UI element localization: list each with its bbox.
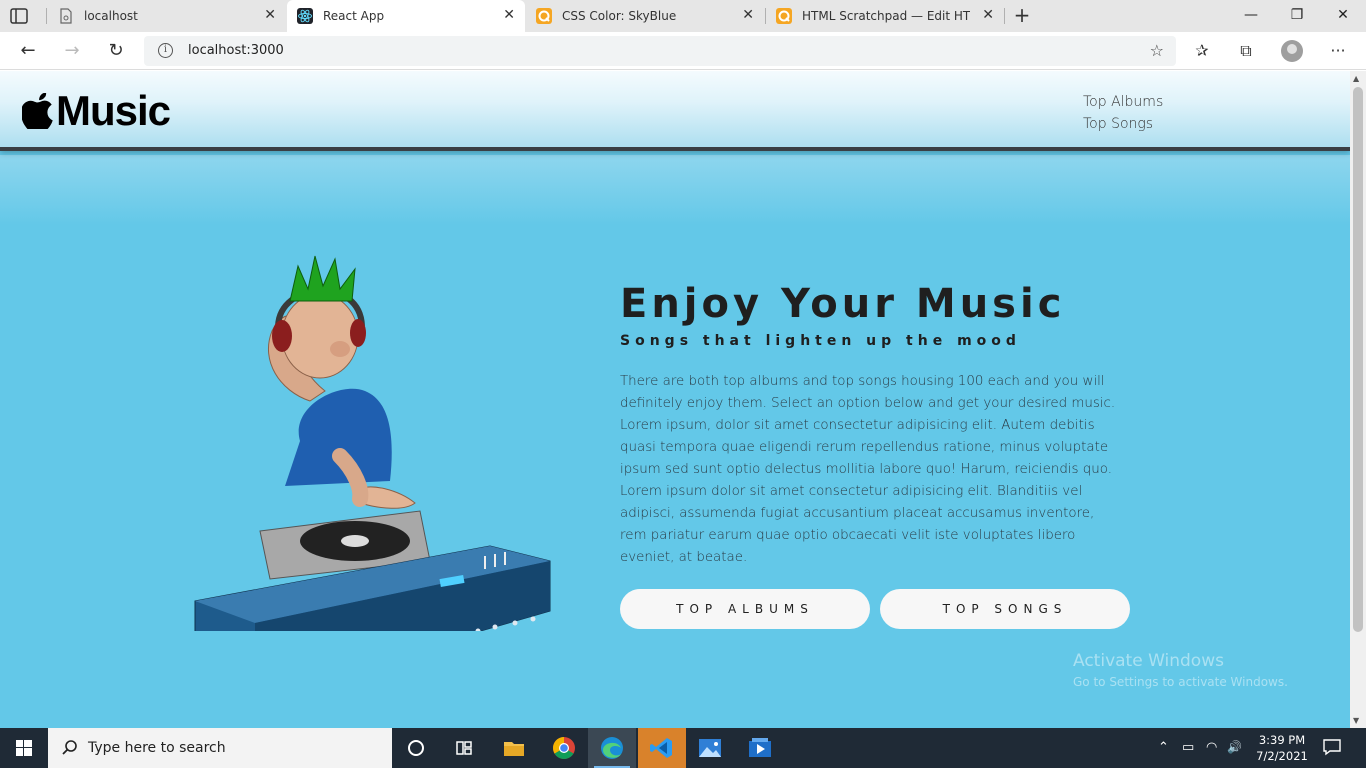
hero-title: Enjoy Your Music — [620, 281, 1066, 327]
tab-separator — [46, 8, 47, 24]
windows-logo-icon — [16, 740, 32, 756]
tab-localhost[interactable]: localhost ✕ — [48, 0, 286, 32]
edge-icon[interactable] — [588, 728, 636, 768]
new-tab-button[interactable]: + — [1010, 4, 1034, 28]
page-scrollbar[interactable]: ▲ ▼ — [1350, 71, 1366, 728]
site-info-icon[interactable]: i — [158, 43, 173, 58]
chrome-icon[interactable] — [540, 728, 588, 768]
scrollbar-thumb[interactable] — [1353, 87, 1363, 632]
tab-html-scratchpad[interactable]: HTML Scratchpad — Edit HTML / ✕ — [766, 0, 1004, 32]
watermark-subtitle: Go to Settings to activate Windows. — [1073, 675, 1288, 689]
reload-button[interactable]: ↻ — [102, 37, 130, 65]
profile-avatar[interactable] — [1281, 40, 1303, 62]
tab-title: localhost — [84, 9, 138, 23]
watermark-title: Activate Windows — [1073, 651, 1224, 671]
close-icon[interactable]: ✕ — [503, 7, 515, 23]
header-shadow-band — [0, 155, 1350, 225]
top-songs-button[interactable]: TOP SONGS — [880, 589, 1130, 629]
minimize-button[interactable]: — — [1228, 0, 1274, 32]
file-explorer-icon[interactable] — [490, 728, 538, 768]
browser-toolbar: ← → ↻ i localhost:3000 ☆ ✰ ⧉ ··· — [0, 32, 1366, 70]
url-text[interactable]: localhost:3000 — [188, 43, 284, 58]
close-icon[interactable]: ✕ — [982, 7, 994, 23]
clock-date: 7/2/2021 — [1256, 749, 1308, 763]
site-icon — [536, 8, 552, 24]
task-view-icon[interactable] — [440, 728, 488, 768]
tab-strip: localhost ✕ React App ✕ CSS Color: SkyBl… — [0, 0, 1366, 32]
activate-windows-watermark: Activate Windows Go to Settings to activ… — [1073, 651, 1288, 689]
hero-buttons: TOP ALBUMS TOP SONGS — [620, 589, 1140, 629]
close-window-button[interactable]: ✕ — [1320, 0, 1366, 32]
tab-separator — [1004, 8, 1005, 24]
nav-link-top-songs[interactable]: Top Songs — [1083, 113, 1163, 135]
header-nav: Top Albums Top Songs — [1083, 91, 1163, 135]
react-icon — [297, 8, 313, 24]
tab-react-app[interactable]: React App ✕ — [287, 0, 525, 32]
cortana-icon[interactable] — [392, 728, 440, 768]
tab-title: CSS Color: SkyBlue — [562, 9, 677, 23]
apple-music-logo[interactable]: Music — [22, 87, 171, 134]
tab-actions-icon[interactable] — [8, 6, 30, 26]
hero-section: Enjoy Your Music Songs that lighten up t… — [620, 281, 1140, 629]
logo-text: Music — [56, 87, 171, 134]
nav-link-top-albums[interactable]: Top Albums — [1083, 91, 1163, 113]
forward-button[interactable]: → — [58, 37, 86, 65]
page-viewport: Music Top Albums Top Songs Enjoy Your Mu… — [0, 71, 1350, 728]
close-icon[interactable]: ✕ — [264, 7, 276, 23]
address-bar[interactable]: i localhost:3000 ☆ — [144, 36, 1176, 66]
volume-icon[interactable]: 🔊 — [1227, 740, 1242, 754]
more-menu-icon[interactable]: ··· — [1327, 41, 1349, 63]
notification-icon[interactable] — [1322, 738, 1342, 756]
search-icon — [62, 740, 77, 755]
tab-title: React App — [323, 9, 385, 23]
site-icon — [776, 8, 792, 24]
show-hidden-icons[interactable]: ⌃ — [1158, 740, 1169, 755]
search-placeholder: Type here to search — [88, 740, 226, 756]
clock-time: 3:39 PM — [1258, 733, 1306, 747]
top-albums-button[interactable]: TOP ALBUMS — [620, 589, 870, 629]
dj-illustration — [194, 255, 551, 631]
close-icon[interactable]: ✕ — [742, 7, 754, 23]
favorites-icon[interactable]: ✰ — [1191, 41, 1213, 63]
windows-taskbar: Type here to search ⌃ ▭ ◠ 🔊 3:39 PM 7/2/… — [0, 728, 1366, 768]
taskbar-search[interactable]: Type here to search — [48, 728, 392, 768]
windows-start-button[interactable] — [0, 728, 48, 768]
vscode-icon[interactable] — [638, 728, 686, 768]
scroll-down-icon[interactable]: ▼ — [1353, 716, 1359, 725]
tab-title: HTML Scratchpad — Edit HTML / — [802, 9, 970, 23]
apple-icon — [22, 93, 53, 129]
media-player-icon[interactable] — [736, 728, 784, 768]
hero-description: There are both top albums and top songs … — [620, 374, 1116, 565]
page-icon — [58, 8, 74, 24]
add-favorite-icon[interactable]: ☆ — [1150, 41, 1164, 60]
wifi-icon[interactable]: ◠ — [1206, 740, 1217, 755]
scroll-up-icon[interactable]: ▲ — [1353, 74, 1359, 83]
tab-css-color[interactable]: CSS Color: SkyBlue ✕ — [526, 0, 764, 32]
restore-button[interactable]: ❐ — [1274, 0, 1320, 32]
collections-icon[interactable]: ⧉ — [1235, 41, 1257, 63]
battery-icon[interactable]: ▭ — [1182, 740, 1194, 755]
site-header: Music Top Albums Top Songs — [0, 71, 1350, 151]
hero-subtitle: Songs that lighten up the mood — [620, 333, 1021, 349]
taskbar-clock[interactable]: 3:39 PM 7/2/2021 — [1252, 732, 1312, 764]
back-button[interactable]: ← — [14, 37, 42, 65]
photos-icon[interactable] — [686, 728, 734, 768]
